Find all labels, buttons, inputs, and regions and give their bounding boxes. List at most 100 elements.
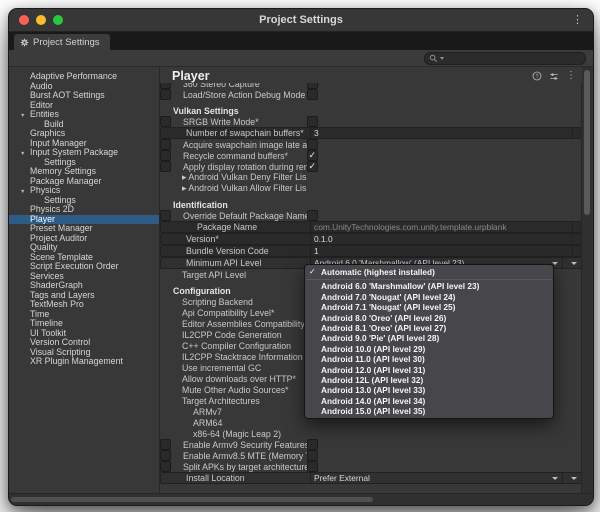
row-label: IL2CPP Stacktrace Information xyxy=(160,352,306,362)
titlebar: Project Settings ⋮ xyxy=(9,9,593,32)
panel-kebab-icon[interactable]: ⋮ xyxy=(566,71,576,81)
popup-item-android-9-0-pie-api-level-28[interactable]: Android 9.0 'Pie' (API level 28) xyxy=(305,333,553,343)
text-field-version[interactable]: 0.1.0 xyxy=(310,233,573,245)
sidebar-item-label: Physics xyxy=(30,185,60,195)
popup-item-android-15-0-api-level-35[interactable]: Android 15.0 (API level 35) xyxy=(305,406,553,416)
popup-item-android-8-1-oreo-api-level-27[interactable]: Android 8.1 'Oreo' (API level 27) xyxy=(305,323,553,333)
presets-icon[interactable] xyxy=(549,72,559,81)
zoom-window-button[interactable] xyxy=(53,15,63,25)
text-field-bundle-version-code[interactable]: 1 xyxy=(310,245,573,257)
popup-item-label: Android 13.0 (API level 33) xyxy=(321,385,425,395)
sidebar-item-physics[interactable]: ▼Physics xyxy=(9,186,159,196)
popup-item-label: Android 10.0 (API level 29) xyxy=(321,344,425,354)
row-value: Prefer External xyxy=(310,472,563,484)
tab-project-settings[interactable]: Project Settings xyxy=(14,34,110,50)
popup-item-android-12l-api-level-32[interactable]: Android 12L (API level 32) xyxy=(305,375,553,385)
row-value: 3 xyxy=(310,127,573,139)
popup-item-android-10-0-api-level-29[interactable]: Android 10.0 (API level 29) xyxy=(305,344,553,354)
checkbox-apply-display-rotation-during-rendering[interactable] xyxy=(307,161,318,172)
row-label: SRGB Write Mode* xyxy=(161,117,307,127)
row-label: Api Compatibility Level* xyxy=(160,308,306,318)
popup-item-label: Android 7.0 'Nougat' (API level 24) xyxy=(321,292,455,302)
popup-item-android-8-0-oreo-api-level-26[interactable]: Android 8.0 'Oreo' (API level 26) xyxy=(305,313,553,323)
popup-item-automatic-highest-installed[interactable]: ✓Automatic (highest installed) xyxy=(305,267,553,277)
titlebar-kebab-icon[interactable]: ⋮ xyxy=(572,15,583,26)
settings-row-override-default-package-name: Override Default Package Name xyxy=(160,210,171,221)
row-value: 0.1.0 xyxy=(310,233,573,245)
sidebar-item-label: Time xyxy=(30,309,49,319)
settings-row-install-location: Install LocationPrefer External xyxy=(160,472,582,484)
row-label: Recycle command buffers* xyxy=(161,151,307,161)
sidebar-item-xr-plugin-management[interactable]: XR Plugin Management xyxy=(9,357,159,367)
minimize-window-button[interactable] xyxy=(36,15,46,25)
search-input[interactable] xyxy=(424,52,586,65)
horizontal-scrollbar-thumb[interactable] xyxy=(11,497,373,502)
row-value: com.UnityTechnologies.com.unity.template… xyxy=(310,221,573,233)
sidebar-item-label: Input Manager xyxy=(30,138,87,148)
close-window-button[interactable] xyxy=(19,15,29,25)
settings-row-x86-64-magic-leap-2: x86-64 (Magic Leap 2) xyxy=(160,428,582,439)
sidebar-item-entities[interactable]: ▼Entities xyxy=(9,110,159,120)
checkbox-srgb-write-mode[interactable] xyxy=(307,116,318,127)
popup-item-label: Android 12L (API level 32) xyxy=(321,375,423,385)
row-label: Version* xyxy=(164,234,310,244)
popup-item-android-11-0-api-level-30[interactable]: Android 11.0 (API level 30) xyxy=(305,354,553,364)
sidebar-item-label: UI Toolkit xyxy=(30,328,66,338)
text-field-number-of-swapchain-buffers[interactable]: 3 xyxy=(310,127,573,139)
toolbar xyxy=(9,50,593,67)
popup-item-android-13-0-api-level-33[interactable]: Android 13.0 (API level 33) xyxy=(305,385,553,395)
row-label: Allow downloads over HTTP* xyxy=(160,374,306,384)
sidebar-item-label: Graphics xyxy=(30,128,65,138)
vertical-scrollbar-thumb[interactable] xyxy=(584,70,590,215)
settings-row-enable-armv9-security-features-for-arm64: Enable Armv9 Security Features for Arm64 xyxy=(160,439,171,450)
text-field-package-name[interactable]: com.UnityTechnologies.com.unity.template… xyxy=(310,221,573,233)
row-label: Mute Other Audio Sources* xyxy=(160,385,306,395)
checkbox-split-apks-by-target-architecture[interactable] xyxy=(307,461,318,472)
row-label: Identification xyxy=(160,200,228,210)
help-icon[interactable]: ? xyxy=(532,71,542,81)
sidebar-item-input-system-package[interactable]: ▼Input System Package xyxy=(9,148,159,158)
popup-item-android-7-1-nougat-api-level-25[interactable]: Android 7.1 'Nougat' (API level 25) xyxy=(305,302,553,312)
dropdown-install-location[interactable]: Prefer External xyxy=(310,472,563,484)
sidebar-item-label: XR Plugin Management xyxy=(30,356,123,366)
sidebar-item-label: Audio xyxy=(30,81,53,91)
popup-item-android-14-0-api-level-34[interactable]: Android 14.0 (API level 34) xyxy=(305,396,553,406)
header-icons: ? ⋮ xyxy=(532,71,576,81)
row-label: Scripting Backend xyxy=(160,297,306,307)
horizontal-scrollbar[interactable] xyxy=(9,493,593,505)
row-label: Vulkan Settings xyxy=(160,106,239,116)
sidebar-item-label: Settings xyxy=(44,157,76,167)
popup-divider xyxy=(306,279,552,280)
sidebar-item-label: Preset Manager xyxy=(30,223,93,233)
row-label: Target API Level xyxy=(160,270,306,280)
popup-item-label: Android 11.0 (API level 30) xyxy=(321,354,425,364)
sidebar-item-label: Settings xyxy=(44,195,76,205)
tab-label: Project Settings xyxy=(33,37,100,48)
row-label: x86-64 (Magic Leap 2) xyxy=(160,429,306,439)
vertical-scrollbar[interactable] xyxy=(581,67,593,494)
row-label: Install Location xyxy=(164,473,310,483)
checkbox-recycle-command-buffers[interactable] xyxy=(307,150,318,161)
sidebar-item-label: Build xyxy=(44,119,64,129)
popup-item-android-7-0-nougat-api-level-24[interactable]: Android 7.0 'Nougat' (API level 24) xyxy=(305,292,553,302)
checkbox-enable-armv8-5-mte-memory-tagging-extension[interactable] xyxy=(307,450,318,461)
row-label: C++ Compiler Configuration xyxy=(160,341,306,351)
checkbox-acquire-swapchain-image-late-as-possible[interactable] xyxy=(307,139,318,150)
sidebar-item-label: Timeline xyxy=(30,318,63,328)
popup-item-android-6-0-marshmallow-api-level-23[interactable]: Android 6.0 'Marshmallow' (API level 23) xyxy=(305,281,553,291)
checkbox-override-default-package-name[interactable] xyxy=(307,210,318,221)
popup-item-android-12-0-api-level-31[interactable]: Android 12.0 (API level 31) xyxy=(305,365,553,375)
search-filter-caret-icon[interactable] xyxy=(440,57,444,60)
svg-text:?: ? xyxy=(535,74,538,80)
foldout-label[interactable]: ▸ Android Vulkan Deny Filter List xyxy=(160,172,306,183)
sidebar-item-label: Services xyxy=(30,271,64,281)
checkbox-load-store-action-debug-mode[interactable] xyxy=(307,89,318,100)
sidebar-item-label: Editor xyxy=(30,100,53,110)
check-icon: ✓ xyxy=(309,267,316,277)
api-level-popup: ✓Automatic (highest installed) Android 6.… xyxy=(304,264,554,419)
foldout-label[interactable]: ▸ Android Vulkan Allow Filter List xyxy=(160,183,306,194)
checkbox-enable-armv9-security-features-for-arm64[interactable] xyxy=(307,439,318,450)
popup-item-label: Android 8.0 'Oreo' (API level 26) xyxy=(321,313,446,323)
row-label: Split APKs by target architecture xyxy=(161,462,307,472)
row-label: Editor Assemblies Compatibility Level* xyxy=(160,319,306,329)
